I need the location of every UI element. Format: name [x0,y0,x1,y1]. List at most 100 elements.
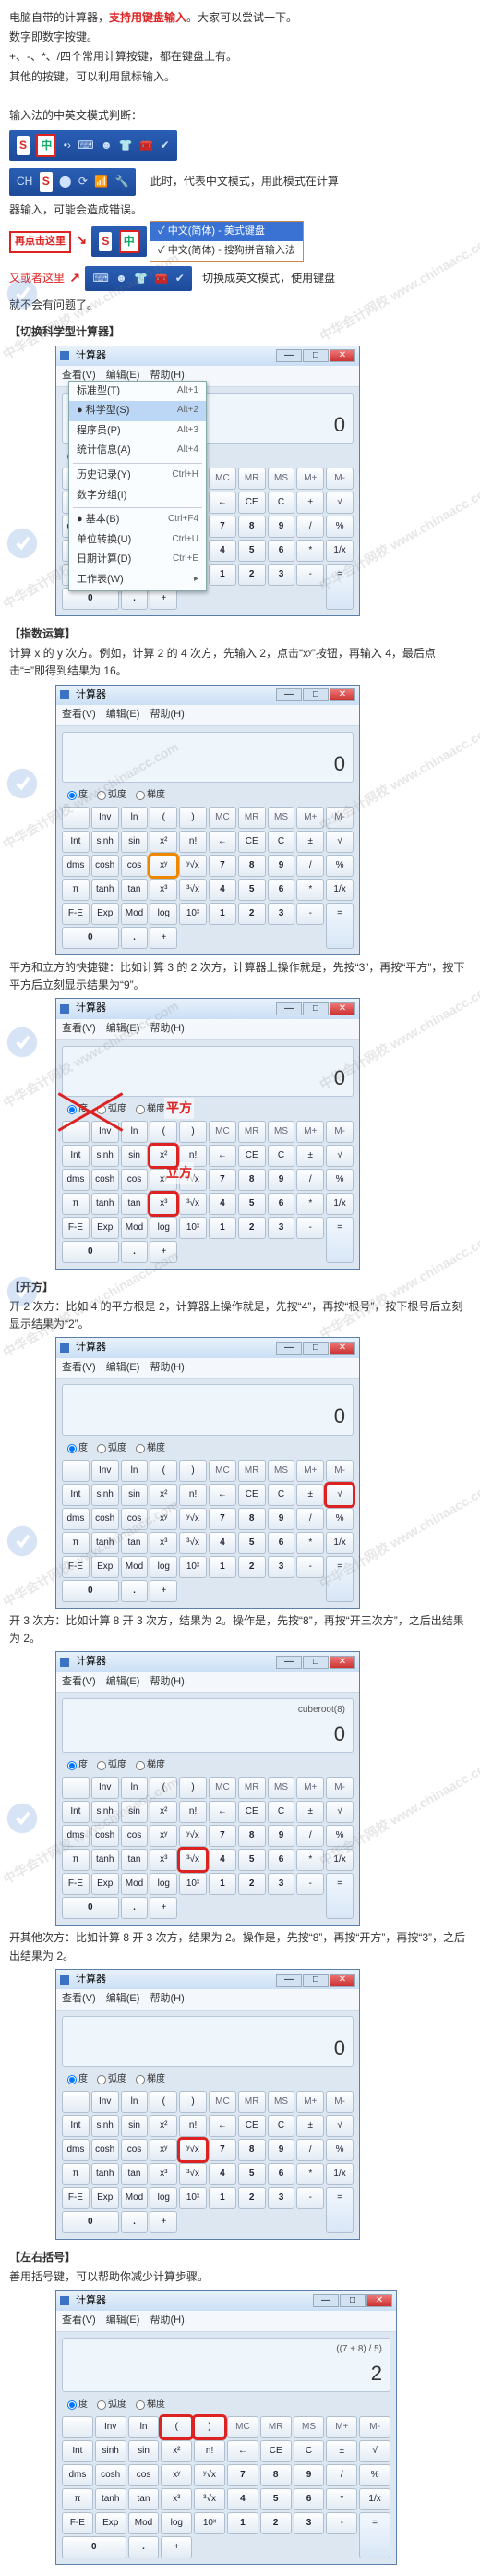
key-Int[interactable]: Int [62,2440,93,2462]
close-button[interactable]: ✕ [366,2294,392,2307]
key-FE[interactable]: F-E [62,1873,90,1895]
key-Mp[interactable]: M+ [296,1777,324,1799]
key-9[interactable]: 9 [268,2139,295,2161]
key-sub[interactable]: - [326,2512,357,2534]
key-sinh[interactable]: sinh [91,1145,119,1167]
minimize-button[interactable]: — [313,2294,339,2307]
key-Mod[interactable]: Mod [128,2512,160,2534]
key-4[interactable]: 4 [209,2163,236,2185]
key-cosh[interactable]: cosh [95,2464,126,2486]
key-Inv[interactable]: Inv [91,1777,119,1799]
key-x3[interactable]: x³ [150,2163,177,2185]
key-log[interactable]: log [161,2512,192,2534]
key-sub[interactable]: - [296,903,324,925]
radio-rad[interactable]: 弧度 [97,1758,126,1773]
key-pct[interactable]: % [326,1825,354,1847]
key-dms[interactable]: dms [62,1508,90,1530]
key-sinh[interactable]: sinh [91,1801,119,1823]
key-yrx[interactable]: ʸ√x [179,1169,207,1191]
key-pi[interactable]: π [62,2163,90,2185]
key-log[interactable]: log [150,1556,177,1578]
key-xy[interactable]: xʸ [150,1169,177,1191]
key-CE[interactable]: CE [238,1484,266,1506]
key-1[interactable]: 1 [209,903,236,925]
key-tanh[interactable]: tanh [91,1849,119,1871]
key-nfac[interactable]: n! [194,2440,225,2462]
key-cos[interactable]: cos [121,1825,149,1847]
key-blank[interactable] [62,2091,90,2113]
key-2[interactable]: 2 [238,1556,266,1578]
key-ln[interactable]: ln [121,1460,149,1482]
key-cosh[interactable]: cosh [91,2139,119,2161]
radio-deg[interactable]: 度 [67,2398,88,2412]
key-dot[interactable]: . [121,1897,149,1919]
key-MC[interactable]: MC [209,807,236,829]
key-8[interactable]: 8 [260,2464,292,2486]
key-mul[interactable]: * [296,2163,324,2185]
maximize-button[interactable]: □ [303,1342,329,1355]
key-pct[interactable]: % [359,2464,390,2486]
key-add[interactable]: + [150,1897,177,1919]
key-x3[interactable]: x³ [161,2488,192,2510]
key-5[interactable]: 5 [260,2488,292,2510]
key-mul[interactable]: * [296,540,324,562]
key-6[interactable]: 6 [268,540,295,562]
menu-edit[interactable]: 编辑(E) [106,1362,140,1373]
key-rp[interactable]: ) [179,1121,207,1143]
key-dms[interactable]: dms [62,2464,93,2486]
key-ln[interactable]: ln [121,807,149,829]
key-pm[interactable]: ± [296,492,324,514]
key-blank[interactable] [62,807,90,829]
key-MR[interactable]: MR [238,2091,266,2113]
key-blank[interactable] [62,2416,93,2438]
key-6[interactable]: 6 [268,2163,295,2185]
key-6[interactable]: 6 [294,2488,325,2510]
key-1[interactable]: 1 [209,2187,236,2209]
key-4[interactable]: 4 [209,1193,236,1215]
maximize-button[interactable]: □ [303,1002,329,1015]
key-eq[interactable]: = [326,2187,354,2233]
key-yrx[interactable]: ʸ√x [179,2139,207,2161]
key-eq[interactable]: = [326,1873,354,1919]
close-button[interactable]: ✕ [330,349,355,362]
key-yrx[interactable]: ʸ√x [179,1825,207,1847]
key-cbrt[interactable]: ³√x [179,1532,207,1554]
key-cos[interactable]: cos [121,1508,149,1530]
key-7[interactable]: 7 [209,855,236,877]
radio-deg[interactable]: 度 [67,788,88,803]
key-3[interactable]: 3 [268,564,295,586]
key-x3[interactable]: x³ [150,1849,177,1871]
key-sub[interactable]: - [296,2187,324,2209]
menu-item-history[interactable]: 历史记录(Y)Ctrl+H [69,466,206,486]
key-1[interactable]: 1 [209,564,236,586]
key-lp[interactable]: ( [150,1121,177,1143]
key-Mm[interactable]: M- [326,1121,354,1143]
key-ln[interactable]: ln [128,2416,160,2438]
key-Mm[interactable]: M- [326,1460,354,1482]
key-FE[interactable]: F-E [62,2512,93,2534]
key-Exp[interactable]: Exp [95,2512,126,2534]
key-pct[interactable]: % [326,1508,354,1530]
key-Int[interactable]: Int [62,1145,90,1167]
maximize-button[interactable]: □ [303,688,329,701]
key-7[interactable]: 7 [209,2139,236,2161]
key-xy[interactable]: xʸ [150,855,177,877]
key-pct[interactable]: % [326,516,354,538]
key-eq[interactable]: = [326,903,354,949]
key-tenx[interactable]: 10ˣ [179,903,207,925]
key-back[interactable]: ← [227,2440,258,2462]
key-MC[interactable]: MC [227,2416,258,2438]
key-lp[interactable]: ( [150,807,177,829]
key-back[interactable]: ← [209,831,236,853]
key-MS[interactable]: MS [268,468,295,490]
key-x3[interactable]: x³ [150,1193,177,1215]
key-2[interactable]: 2 [238,2187,266,2209]
key-cos[interactable]: cos [121,2139,149,2161]
key-back[interactable]: ← [209,1145,236,1167]
key-pct[interactable]: % [326,2139,354,2161]
key-C[interactable]: C [268,1145,295,1167]
key-MR[interactable]: MR [260,2416,292,2438]
key-9[interactable]: 9 [268,1508,295,1530]
key-3[interactable]: 3 [268,1556,295,1578]
key-Inv[interactable]: Inv [95,2416,126,2438]
